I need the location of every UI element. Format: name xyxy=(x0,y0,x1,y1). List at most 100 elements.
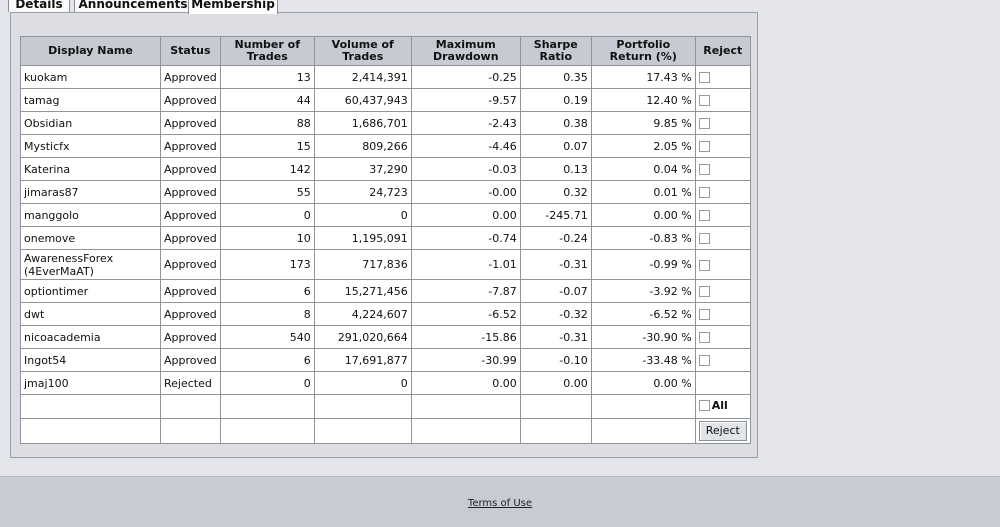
cell-status: Approved xyxy=(160,279,221,303)
cell-sharpe-ratio: 0.38 xyxy=(519,111,592,135)
cell-display-name: dwt xyxy=(20,302,161,326)
membership-panel: Display Name Status Number of Trades Vol… xyxy=(10,12,758,458)
col-status[interactable]: Status xyxy=(160,36,221,66)
cell-volume-of-trades: 24,723 xyxy=(313,180,412,204)
cell-maximum-drawdown: 0.00 xyxy=(410,203,521,227)
reject-checkbox[interactable] xyxy=(698,309,710,320)
cell-volume-of-trades: 37,290 xyxy=(313,157,412,181)
cell-portfolio-return: 0.00 % xyxy=(590,371,696,395)
table-header-row: Display Name Status Number of Trades Vol… xyxy=(20,36,751,66)
cell-display-name: Obsidian xyxy=(20,111,161,135)
cell-status: Approved xyxy=(160,325,221,349)
select-all-checkbox[interactable] xyxy=(698,400,710,411)
table-row: Mysticfx Approved 15 809,266 -4.46 0.07 2.05 % xyxy=(20,134,751,158)
cell-sharpe-ratio: -0.10 xyxy=(519,348,592,372)
cell-maximum-drawdown: -0.03 xyxy=(410,157,521,181)
cell-number-of-trades: 13 xyxy=(219,65,315,89)
cell-portfolio-return: -0.99 % xyxy=(590,249,696,280)
cell-portfolio-return: 17.43 % xyxy=(590,65,696,89)
cell-volume-of-trades: 17,691,877 xyxy=(313,348,412,372)
cell-maximum-drawdown: -9.57 xyxy=(410,88,521,112)
reject-checkbox[interactable] xyxy=(698,332,710,343)
table-row: Obsidian Approved 88 1,686,701 -2.43 0.38 9.85… xyxy=(20,111,751,135)
cell-sharpe-ratio: 0.35 xyxy=(519,65,592,89)
cell-status: Approved xyxy=(160,157,221,181)
cell-maximum-drawdown: -30.99 xyxy=(410,348,521,372)
col-display-name[interactable]: Display Name xyxy=(20,36,161,66)
cell-maximum-drawdown: -7.87 xyxy=(410,279,521,303)
cell-volume-of-trades: 809,266 xyxy=(313,134,412,158)
cell-portfolio-return: -3.92 % xyxy=(590,279,696,303)
cell-status: Approved xyxy=(160,180,221,204)
reject-button[interactable]: Reject xyxy=(698,421,747,441)
cell-number-of-trades: 6 xyxy=(219,348,315,372)
cell-sharpe-ratio: 0.00 xyxy=(519,371,592,395)
cell-display-name: jimaras87 xyxy=(20,180,161,204)
col-reject: Reject xyxy=(694,36,751,66)
action-row: Reject xyxy=(20,418,751,444)
reject-checkbox[interactable] xyxy=(698,210,710,221)
cell-number-of-trades: 0 xyxy=(219,203,315,227)
tab-details[interactable]: Details xyxy=(8,0,70,12)
terms-of-use-link[interactable]: Terms of Use xyxy=(0,498,1000,509)
reject-checkbox[interactable] xyxy=(698,187,710,198)
cell-display-name: kuokam xyxy=(20,65,161,89)
reject-checkbox[interactable] xyxy=(698,141,710,152)
table-row: optiontimer Approved 6 15,271,456 -7.87 -0.07… xyxy=(20,279,751,303)
reject-checkbox[interactable] xyxy=(698,286,710,297)
table-row: tamag Approved 44 60,437,943 -9.57 0.19 12.40 … xyxy=(20,88,751,112)
table-row: jmaj100 Rejected 0 0 0.00 0.00 0.00 % xyxy=(20,371,751,395)
cell-portfolio-return: -30.90 % xyxy=(590,325,696,349)
col-sharpe-ratio[interactable]: Sharpe Ratio xyxy=(519,36,592,66)
cell-volume-of-trades: 1,195,091 xyxy=(313,226,412,250)
col-number-of-trades[interactable]: Number of Trades xyxy=(219,36,315,66)
table-row: AwarenessForex (4EverMaAT) Approved 173 717… xyxy=(20,249,751,280)
cell-number-of-trades: 173 xyxy=(219,249,315,280)
cell-reject xyxy=(694,180,751,204)
cell-sharpe-ratio: -0.31 xyxy=(519,249,592,280)
cell-status: Rejected xyxy=(160,371,221,395)
cell-volume-of-trades: 60,437,943 xyxy=(313,88,412,112)
cell-maximum-drawdown: -6.52 xyxy=(410,302,521,326)
cell-status: Approved xyxy=(160,226,221,250)
reject-checkbox[interactable] xyxy=(698,233,710,244)
cell-reject xyxy=(694,371,751,395)
reject-checkbox[interactable] xyxy=(698,72,710,83)
cell-number-of-trades: 10 xyxy=(219,226,315,250)
reject-checkbox[interactable] xyxy=(698,118,710,129)
cell-sharpe-ratio: 0.07 xyxy=(519,134,592,158)
cell-number-of-trades: 44 xyxy=(219,88,315,112)
cell-status: Approved xyxy=(160,65,221,89)
col-volume-of-trades[interactable]: Volume of Trades xyxy=(313,36,412,66)
select-all-row: All xyxy=(20,394,751,419)
cell-portfolio-return: -33.48 % xyxy=(590,348,696,372)
reject-checkbox[interactable] xyxy=(698,355,710,366)
table-row: onemove Approved 10 1,195,091 -0.74 -0.24 -0.8… xyxy=(20,226,751,250)
col-portfolio-return[interactable]: Portfolio Return (%) xyxy=(590,36,696,66)
reject-checkbox[interactable] xyxy=(698,164,710,175)
select-all[interactable]: All xyxy=(698,399,728,412)
cell-sharpe-ratio: -0.32 xyxy=(519,302,592,326)
table-row: Katerina Approved 142 37,290 -0.03 0.13 0.04 % xyxy=(20,157,751,181)
cell-status: Approved xyxy=(160,203,221,227)
table-row: dwt Approved 8 4,224,607 -6.52 -0.32 -6.52 % xyxy=(20,302,751,326)
cell-status: Approved xyxy=(160,302,221,326)
cell-reject xyxy=(694,226,751,250)
cell-status: Approved xyxy=(160,111,221,135)
cell-display-name: jmaj100 xyxy=(20,371,161,395)
cell-status: Approved xyxy=(160,249,221,280)
tab-membership[interactable]: Membership xyxy=(188,0,278,14)
footer: Terms of Use xyxy=(0,476,1000,527)
col-maximum-drawdown[interactable]: Maximum Drawdown xyxy=(410,36,521,66)
cell-portfolio-return: 9.85 % xyxy=(590,111,696,135)
reject-checkbox[interactable] xyxy=(698,259,710,271)
cell-display-name: Katerina xyxy=(20,157,161,181)
table-row: Ingot54 Approved 6 17,691,877 -30.99 -0.10 -33… xyxy=(20,348,751,372)
reject-checkbox[interactable] xyxy=(698,95,710,106)
cell-volume-of-trades: 291,020,664 xyxy=(313,325,412,349)
cell-display-name: Ingot54 xyxy=(20,348,161,372)
cell-portfolio-return: 12.40 % xyxy=(590,88,696,112)
cell-maximum-drawdown: -0.00 xyxy=(410,180,521,204)
tab-announcements[interactable]: Announcements xyxy=(74,0,192,12)
cell-reject xyxy=(694,88,751,112)
